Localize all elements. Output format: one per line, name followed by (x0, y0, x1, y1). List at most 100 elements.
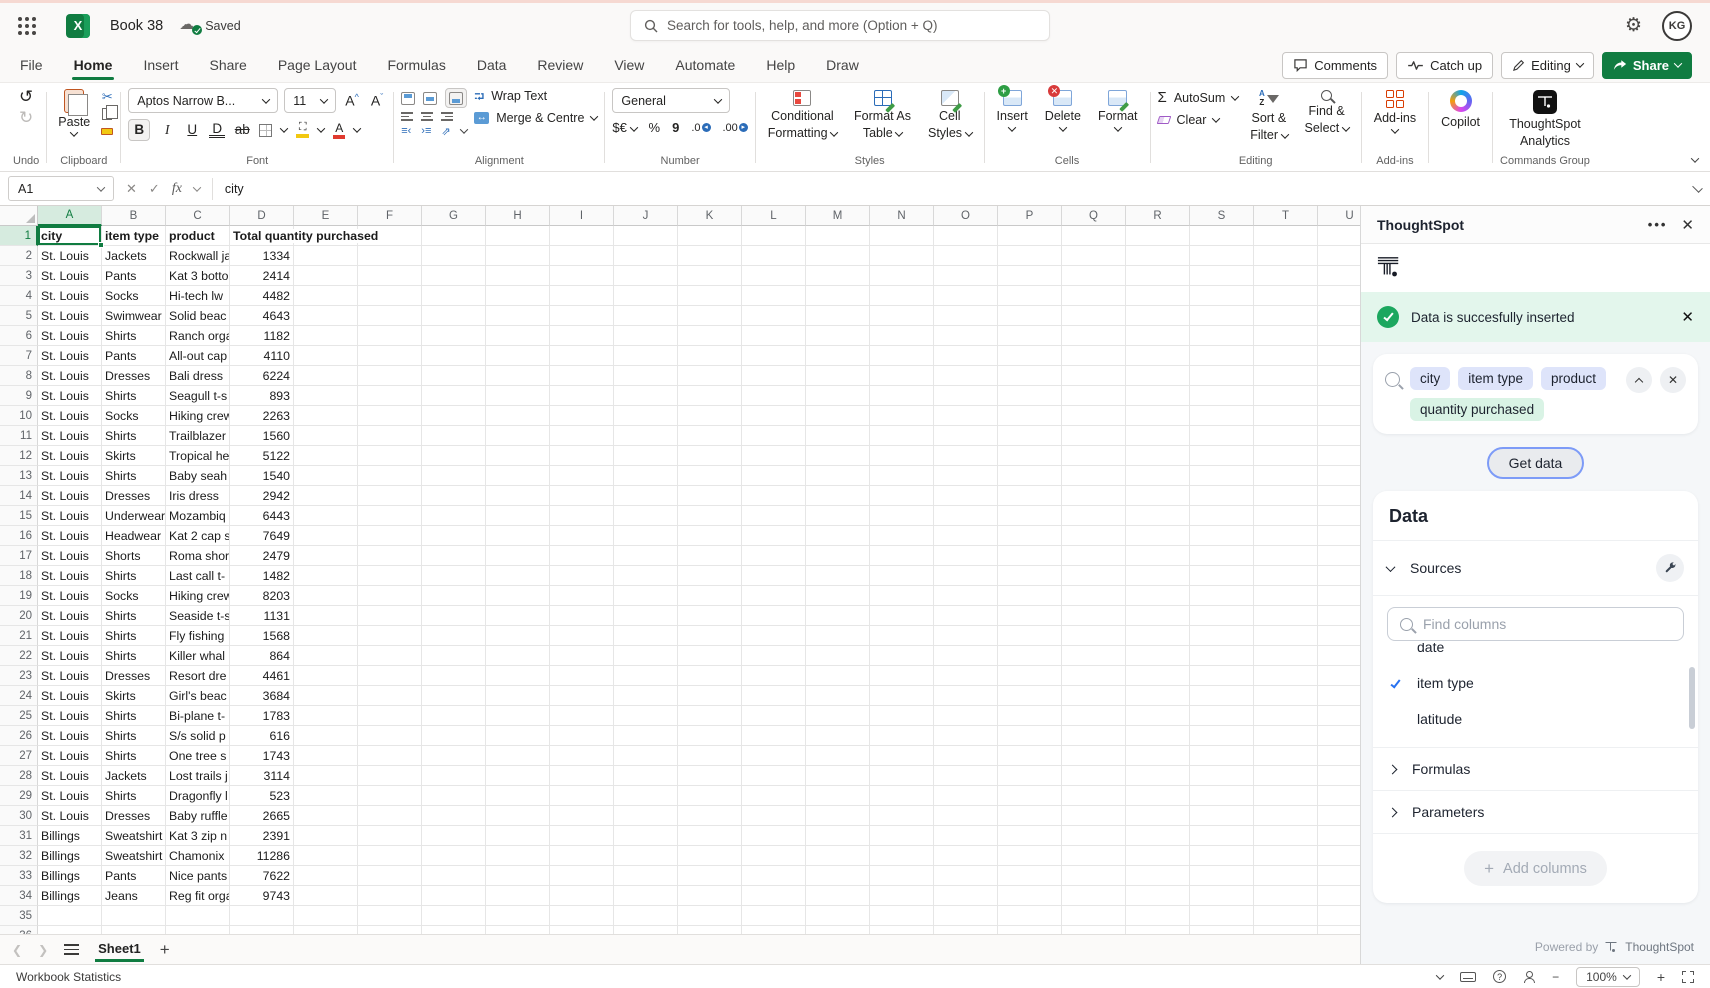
cell-B32[interactable]: Sweatshirt (102, 846, 166, 866)
cell-R23[interactable] (1126, 666, 1190, 686)
copy-icon[interactable] (102, 108, 112, 120)
cell-U10[interactable] (1318, 406, 1360, 426)
cell-U15[interactable] (1318, 506, 1360, 526)
cell-F18[interactable] (358, 566, 422, 586)
cell-R2[interactable] (1126, 246, 1190, 266)
cell-D3[interactable]: 2414 (230, 266, 294, 286)
cell-R20[interactable] (1126, 606, 1190, 626)
tab-view[interactable]: View (612, 50, 646, 80)
cell-D5[interactable]: 4643 (230, 306, 294, 326)
cell-N11[interactable] (870, 426, 934, 446)
row-header-35[interactable]: 35 (0, 906, 38, 926)
cell-T8[interactable] (1254, 366, 1318, 386)
cell-F19[interactable] (358, 586, 422, 606)
cell-H34[interactable] (486, 886, 550, 906)
cell-Q36[interactable] (1062, 926, 1126, 934)
cell-J30[interactable] (614, 806, 678, 826)
cell-R36[interactable] (1126, 926, 1190, 934)
cell-U13[interactable] (1318, 466, 1360, 486)
cell-N10[interactable] (870, 406, 934, 426)
cell-G6[interactable] (422, 326, 486, 346)
cell-B12[interactable]: Skirts (102, 446, 166, 466)
cell-K22[interactable] (678, 646, 742, 666)
cell-L1[interactable] (742, 226, 806, 246)
cell-I24[interactable] (550, 686, 614, 706)
cell-E31[interactable] (294, 826, 358, 846)
cell-N26[interactable] (870, 726, 934, 746)
cell-G20[interactable] (422, 606, 486, 626)
tab-file[interactable]: File (18, 50, 45, 80)
cell-M7[interactable] (806, 346, 870, 366)
cell-S21[interactable] (1190, 626, 1254, 646)
cell-R32[interactable] (1126, 846, 1190, 866)
cell-C8[interactable]: Bali dress (166, 366, 230, 386)
cell-L8[interactable] (742, 366, 806, 386)
cell-P1[interactable] (998, 226, 1062, 246)
cell-T22[interactable] (1254, 646, 1318, 666)
cell-P27[interactable] (998, 746, 1062, 766)
cell-C27[interactable]: One tree s (166, 746, 230, 766)
strikethrough-button[interactable]: ab (234, 122, 250, 139)
cell-P2[interactable] (998, 246, 1062, 266)
cell-N31[interactable] (870, 826, 934, 846)
row-header-11[interactable]: 11 (0, 426, 38, 446)
insert-cells-button[interactable]: + Insert (992, 88, 1033, 134)
cell-Q19[interactable] (1062, 586, 1126, 606)
cell-I22[interactable] (550, 646, 614, 666)
cell-J24[interactable] (614, 686, 678, 706)
cell-D29[interactable]: 523 (230, 786, 294, 806)
cell-P30[interactable] (998, 806, 1062, 826)
cell-N22[interactable] (870, 646, 934, 666)
cell-P36[interactable] (998, 926, 1062, 934)
cell-A6[interactable]: St. Louis (38, 326, 102, 346)
comments-button[interactable]: Comments (1282, 52, 1388, 79)
increase-indent-button[interactable]: ›≡ (421, 125, 431, 137)
cell-A22[interactable]: St. Louis (38, 646, 102, 666)
cell-H16[interactable] (486, 526, 550, 546)
cell-T13[interactable] (1254, 466, 1318, 486)
cell-E25[interactable] (294, 706, 358, 726)
cell-K34[interactable] (678, 886, 742, 906)
cell-G35[interactable] (422, 906, 486, 926)
cell-Q35[interactable] (1062, 906, 1126, 926)
cell-R31[interactable] (1126, 826, 1190, 846)
cell-T18[interactable] (1254, 566, 1318, 586)
cell-O29[interactable] (934, 786, 998, 806)
cell-R25[interactable] (1126, 706, 1190, 726)
cell-T28[interactable] (1254, 766, 1318, 786)
cell-J23[interactable] (614, 666, 678, 686)
cell-E9[interactable] (294, 386, 358, 406)
accessibility-icon[interactable] (1523, 971, 1535, 983)
cell-M5[interactable] (806, 306, 870, 326)
cell-E15[interactable] (294, 506, 358, 526)
cell-Q31[interactable] (1062, 826, 1126, 846)
cell-J3[interactable] (614, 266, 678, 286)
cell-M10[interactable] (806, 406, 870, 426)
cell-U20[interactable] (1318, 606, 1360, 626)
cell-G10[interactable] (422, 406, 486, 426)
all-sheets-icon[interactable] (64, 944, 79, 955)
row-header-1[interactable]: 1 (0, 226, 38, 246)
cell-H22[interactable] (486, 646, 550, 666)
cell-F20[interactable] (358, 606, 422, 626)
keyboard-icon[interactable] (1460, 972, 1476, 982)
cell-S1[interactable] (1190, 226, 1254, 246)
cell-A19[interactable]: St. Louis (38, 586, 102, 606)
cell-D7[interactable]: 4110 (230, 346, 294, 366)
cell-N23[interactable] (870, 666, 934, 686)
cell-A30[interactable]: St. Louis (38, 806, 102, 826)
global-search-input[interactable]: Search for tools, help, and more (Option… (630, 10, 1050, 41)
cell-E3[interactable] (294, 266, 358, 286)
cell-U1[interactable] (1318, 226, 1360, 246)
cell-M14[interactable] (806, 486, 870, 506)
cell-D9[interactable]: 893 (230, 386, 294, 406)
cell-I32[interactable] (550, 846, 614, 866)
cell-H25[interactable] (486, 706, 550, 726)
cell-L35[interactable] (742, 906, 806, 926)
double-underline-button[interactable]: D (209, 122, 225, 139)
align-right-button[interactable] (441, 112, 453, 121)
cell-L24[interactable] (742, 686, 806, 706)
cell-J18[interactable] (614, 566, 678, 586)
cell-Q28[interactable] (1062, 766, 1126, 786)
cell-G26[interactable] (422, 726, 486, 746)
